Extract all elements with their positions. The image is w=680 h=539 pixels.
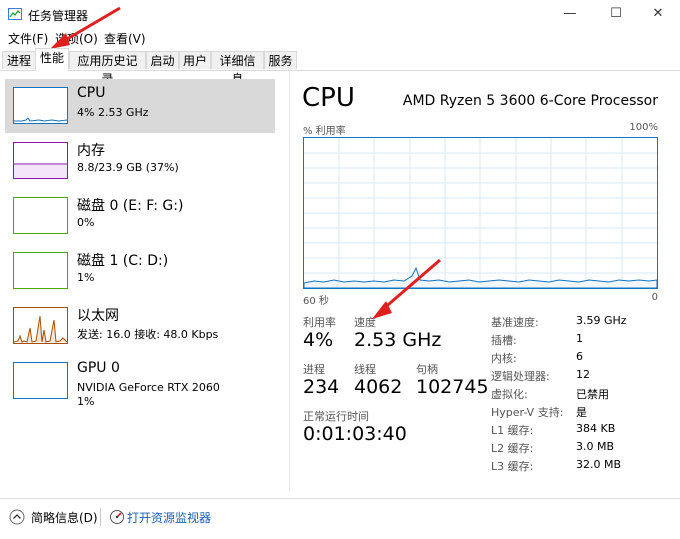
detail-title: CPU <box>302 83 355 113</box>
window-title: 任务管理器 <box>28 9 89 23</box>
graph-time-left: 60 秒 <box>303 296 329 307</box>
spec-key: 逻辑处理器: <box>491 370 550 383</box>
spec-value: 3.59 GHz <box>576 314 627 327</box>
resource-cpu[interactable]: CPU 4% 2.53 GHz <box>5 79 275 133</box>
resource-subtitle: 8.8/23.9 GB (37%) <box>77 161 179 174</box>
utilization-axis-label: % 利用率 <box>303 126 346 137</box>
resource-gpu-0[interactable]: GPU 0 NVIDIA GeForce RTX 2060 1% <box>5 354 275 408</box>
spec-key: 基准速度: <box>491 316 539 329</box>
resource-title: 磁盘 0 (E: F: G:) <box>77 198 184 214</box>
resource-title: 以太网 <box>77 308 119 324</box>
spec-value: 12 <box>576 368 590 381</box>
cpu-detail-panel: CPU AMD Ryzen 5 3600 6-Core Processor % … <box>290 71 680 491</box>
spec-value: 6 <box>576 350 583 363</box>
utilization-axis-max: 100% <box>629 122 658 133</box>
spec-value: 384 KB <box>576 422 616 435</box>
utilization-label: 利用率 <box>303 316 336 329</box>
threads-label: 线程 <box>354 363 376 376</box>
resource-ethernet[interactable]: 以太网 发送: 16.0 接收: 48.0 Kbps <box>5 299 275 353</box>
spec-value: 已禁用 <box>576 388 609 401</box>
disk0-thumbnail <box>13 197 68 234</box>
resource-subtitle: 4% 2.53 GHz <box>77 106 149 119</box>
handles-label: 句柄 <box>416 363 438 376</box>
tab-app-history[interactable]: 应用历史记录 <box>69 51 146 86</box>
tab-processes[interactable]: 进程 <box>2 51 36 69</box>
disk1-thumbnail <box>13 252 68 289</box>
resource-memory[interactable]: 内存 8.8/23.9 GB (37%) <box>5 134 275 188</box>
minimize-button[interactable]: — <box>548 0 592 28</box>
spec-key: L3 缓存: <box>491 460 534 473</box>
spec-value: 是 <box>576 406 587 419</box>
resource-title: GPU 0 <box>77 360 120 376</box>
uptime-label: 正常运行时间 <box>303 410 369 423</box>
resource-subtitle: 1% <box>77 271 95 284</box>
menu-view[interactable]: 查看(V) <box>104 30 146 47</box>
tab-users[interactable]: 用户 <box>179 51 211 69</box>
spec-key: 插槽: <box>491 334 517 347</box>
processes-value: 234 <box>303 376 340 398</box>
tab-performance[interactable]: 性能 <box>35 48 69 71</box>
resource-subtitle: NVIDIA GeForce RTX 2060 <box>77 381 220 394</box>
spec-value: 3.0 MB <box>576 440 615 453</box>
resource-subtitle: 0% <box>77 216 95 229</box>
tab-bar: 进程 性能 应用历史记录 启动 用户 详细信息 服务 <box>0 48 680 86</box>
processor-name: AMD Ryzen 5 3600 6-Core Processor <box>402 93 658 109</box>
tab-services[interactable]: 服务 <box>264 51 297 69</box>
processes-label: 进程 <box>303 363 325 376</box>
utilization-value: 4% <box>303 329 334 351</box>
resource-list: CPU 4% 2.53 GHz 内存 8.8/23.9 GB (37%) 磁盘 … <box>0 71 286 491</box>
cpu-utilization-graph <box>303 137 658 289</box>
tab-startup[interactable]: 启动 <box>146 51 179 69</box>
maximize-button[interactable]: ☐ <box>594 0 638 28</box>
speed-label: 速度 <box>354 316 376 329</box>
resource-utilization: 1% <box>77 395 95 408</box>
spec-key: L2 缓存: <box>491 442 534 455</box>
cpu-thumbnail <box>13 87 68 124</box>
spec-key: Hyper-V 支持: <box>491 406 564 419</box>
footer-bar: 简略信息(D) 打开资源监视器 <box>0 498 680 539</box>
chevron-up-icon[interactable] <box>9 509 25 525</box>
uptime-value: 0:01:03:40 <box>303 423 407 445</box>
graph-time-right: 0 <box>651 292 658 303</box>
spec-key: L1 缓存: <box>491 424 534 437</box>
resource-disk-1[interactable]: 磁盘 1 (C: D:) 1% <box>5 244 275 298</box>
menu-file[interactable]: 文件(F) <box>8 30 48 47</box>
open-resource-monitor-link[interactable]: 打开资源监视器 <box>127 509 211 526</box>
spec-key: 虚拟化: <box>491 388 528 401</box>
ethernet-thumbnail <box>13 307 68 344</box>
memory-thumbnail <box>13 142 68 179</box>
menu-bar: 文件(F) 选项(O) 查看(V) <box>0 28 680 48</box>
menu-options[interactable]: 选项(O) <box>55 30 98 47</box>
spec-value: 32.0 MB <box>576 458 622 471</box>
resource-title: CPU <box>77 85 106 101</box>
resource-title: 内存 <box>77 143 105 159</box>
resource-subtitle: 发送: 16.0 接收: 48.0 Kbps <box>77 328 219 341</box>
title-bar: 任务管理器 — ☐ ✕ <box>0 0 680 28</box>
gpu-thumbnail <box>13 362 68 399</box>
tab-details[interactable]: 详细信息 <box>211 51 264 86</box>
resource-monitor-icon <box>110 510 124 524</box>
fewer-details-button[interactable]: 简略信息(D) <box>31 509 98 526</box>
task-manager-app-icon <box>8 8 22 20</box>
spec-key: 内核: <box>491 352 517 365</box>
handles-value: 102745 <box>416 376 489 398</box>
resource-title: 磁盘 1 (C: D:) <box>77 253 169 269</box>
footer-divider <box>100 508 101 526</box>
spec-value: 1 <box>576 332 583 345</box>
speed-value: 2.53 GHz <box>354 329 442 351</box>
close-button[interactable]: ✕ <box>636 0 680 28</box>
resource-disk-0[interactable]: 磁盘 0 (E: F: G:) 0% <box>5 189 275 243</box>
threads-value: 4062 <box>354 376 403 398</box>
